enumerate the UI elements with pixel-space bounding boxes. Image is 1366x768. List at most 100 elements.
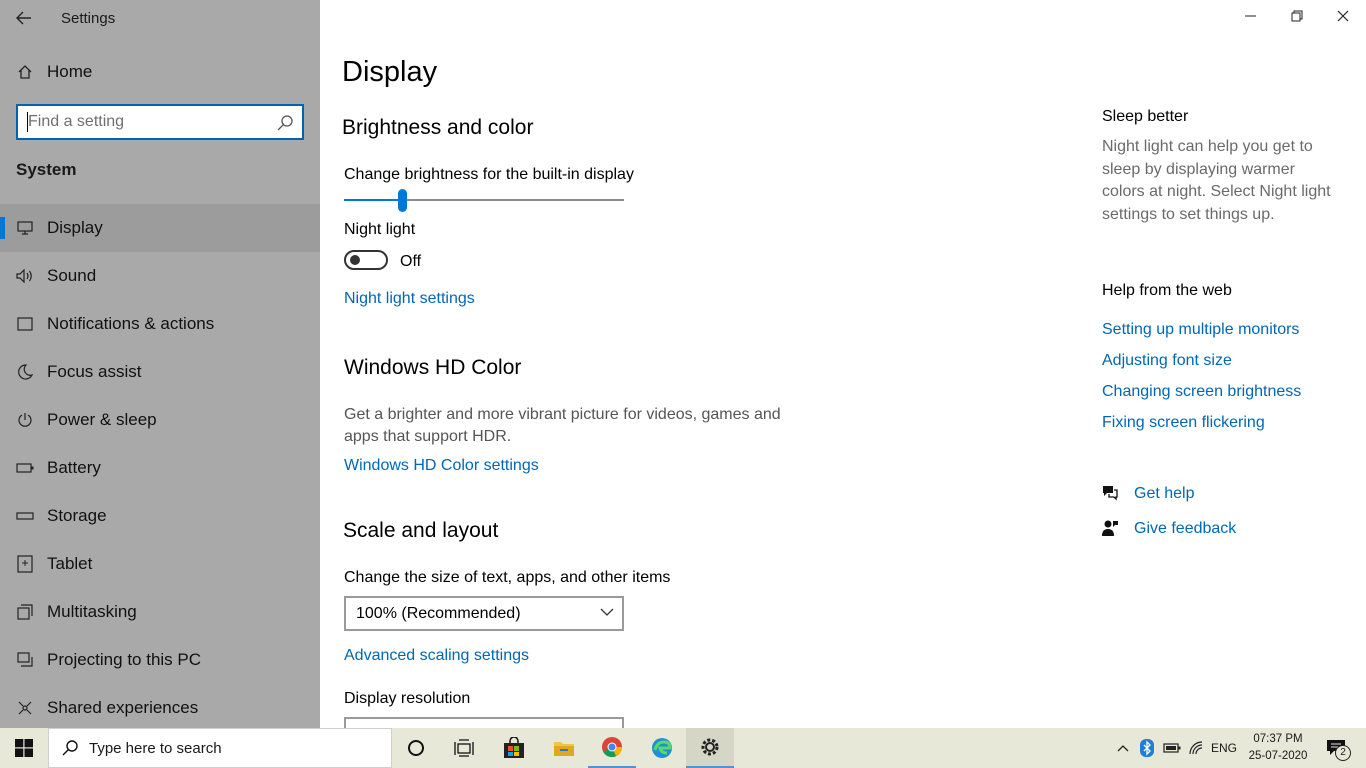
- taskbar-search-box[interactable]: Type here to search: [48, 728, 392, 768]
- night-light-toggle[interactable]: [344, 250, 388, 270]
- give-feedback-link[interactable]: Give feedback: [1134, 520, 1236, 538]
- projecting-icon: [16, 650, 34, 670]
- bluetooth-tray[interactable]: [1136, 728, 1158, 768]
- sidebar-item-display[interactable]: Display: [0, 204, 320, 252]
- network-tray[interactable]: [1186, 728, 1208, 768]
- help-link-font-size[interactable]: Adjusting font size: [1102, 352, 1232, 370]
- wifi-icon: [1189, 741, 1203, 755]
- sidebar-item-tablet[interactable]: Tablet: [0, 540, 320, 588]
- sidebar-item-projecting[interactable]: Projecting to this PC: [0, 636, 320, 684]
- help-from-web-title: Help from the web: [1102, 282, 1232, 299]
- notification-count-badge: 2: [1335, 745, 1351, 761]
- minimize-icon: [1245, 15, 1256, 17]
- home-icon: [16, 62, 34, 82]
- find-setting-search[interactable]: [16, 104, 304, 140]
- minimize-button[interactable]: [1228, 0, 1274, 32]
- notification-icon: [16, 314, 34, 334]
- task-view-button[interactable]: [440, 728, 488, 768]
- night-light-label: Night light: [344, 221, 416, 238]
- sidebar: Settings Home System Display Sound Notif…: [0, 0, 320, 728]
- help-link-screen-brightness[interactable]: Changing screen brightness: [1102, 383, 1301, 401]
- brightness-label: Change brightness for the built-in displ…: [344, 166, 634, 183]
- action-center-button[interactable]: 2: [1318, 728, 1354, 768]
- search-icon: [277, 115, 293, 131]
- start-button[interactable]: [0, 728, 48, 768]
- sidebar-item-label: Sound: [47, 266, 97, 285]
- search-icon: [62, 740, 78, 756]
- brightness-slider-thumb[interactable]: [398, 189, 408, 212]
- show-hidden-icons-button[interactable]: [1112, 728, 1134, 768]
- main-content: Display Brightness and color Change brig…: [320, 0, 1366, 728]
- sidebar-item-home[interactable]: Home: [0, 48, 320, 96]
- chevron-up-icon: [1117, 745, 1129, 752]
- sidebar-item-focus-assist[interactable]: Focus assist: [0, 348, 320, 396]
- app-title: Settings: [61, 10, 116, 27]
- hd-color-heading: Windows HD Color: [344, 356, 522, 379]
- monitor-icon: [16, 218, 34, 238]
- hd-color-description: Get a brighter and more vibrant picture …: [344, 406, 781, 445]
- sidebar-item-battery[interactable]: Battery: [0, 444, 320, 492]
- sidebar-item-label: Multitasking: [47, 602, 137, 621]
- sidebar-item-label: Storage: [47, 506, 107, 525]
- sidebar-item-label: Notifications & actions: [47, 314, 215, 333]
- moon-icon: [16, 362, 34, 382]
- taskbar-edge[interactable]: [638, 728, 686, 768]
- taskbar-settings[interactable]: [686, 728, 734, 768]
- cortana-button[interactable]: [392, 728, 440, 768]
- language-indicator[interactable]: ENG: [1210, 728, 1238, 768]
- display-resolution-label: Display resolution: [344, 690, 471, 707]
- battery-icon: [1163, 743, 1181, 753]
- chevron-down-icon: [600, 608, 614, 616]
- taskbar-file-explorer[interactable]: [540, 728, 588, 768]
- help-link-multiple-monitors[interactable]: Setting up multiple monitors: [1102, 321, 1299, 339]
- battery-tray[interactable]: [1160, 728, 1184, 768]
- storage-icon: [16, 506, 34, 526]
- restore-icon: [1291, 10, 1303, 22]
- resolution-dropdown[interactable]: [344, 717, 624, 728]
- tablet-icon: [16, 554, 34, 574]
- sidebar-item-multitasking[interactable]: Multitasking: [0, 588, 320, 636]
- sidebar-item-sound[interactable]: Sound: [0, 252, 320, 300]
- help-link-screen-flickering[interactable]: Fixing screen flickering: [1102, 414, 1265, 432]
- gear-icon: [701, 738, 719, 756]
- clock-date: 25-07-2020: [1248, 750, 1308, 762]
- night-light-settings-link[interactable]: Night light settings: [344, 290, 475, 308]
- folder-icon: [554, 742, 574, 756]
- store-bag-icon: [504, 737, 524, 758]
- taskbar-store-app[interactable]: [490, 728, 538, 768]
- scale-dropdown[interactable]: 100% (Recommended): [344, 596, 624, 631]
- taskbar-clock[interactable]: 07:37 PM 25-07-2020: [1242, 731, 1314, 765]
- sidebar-item-label: Focus assist: [47, 362, 142, 381]
- windows-logo-icon: [15, 739, 33, 757]
- brightness-heading: Brightness and color: [342, 116, 534, 139]
- hd-color-settings-link[interactable]: Windows HD Color settings: [344, 457, 539, 475]
- close-icon: [1337, 10, 1349, 22]
- brightness-slider-fill: [344, 199, 403, 201]
- text-caret: [27, 112, 28, 132]
- cortana-circle-icon: [408, 740, 424, 756]
- close-button[interactable]: [1320, 0, 1366, 32]
- taskbar-chrome[interactable]: [588, 728, 636, 768]
- page-title: Display: [342, 56, 438, 88]
- toggle-knob: [350, 255, 360, 265]
- sidebar-item-notifications[interactable]: Notifications & actions: [0, 300, 320, 348]
- find-setting-input[interactable]: [28, 112, 268, 132]
- sidebar-item-power-sleep[interactable]: Power & sleep: [0, 396, 320, 444]
- chrome-icon: [602, 737, 623, 758]
- sidebar-item-storage[interactable]: Storage: [0, 492, 320, 540]
- sidebar-item-label: Shared experiences: [47, 698, 199, 717]
- advanced-scaling-link[interactable]: Advanced scaling settings: [344, 647, 529, 665]
- back-button[interactable]: [8, 4, 40, 32]
- sleep-better-description: Night light can help you get to sleep by…: [1102, 138, 1331, 223]
- clock-time: 07:37 PM: [1253, 733, 1303, 745]
- multitasking-icon: [16, 602, 34, 622]
- taskbar: Type here to search ENG 07:37 PM 25-07-2…: [0, 728, 1366, 768]
- scale-layout-heading: Scale and layout: [343, 519, 499, 542]
- scale-dropdown-value: 100% (Recommended): [356, 605, 521, 622]
- sleep-better-title: Sleep better: [1102, 108, 1189, 125]
- restore-button[interactable]: [1274, 0, 1320, 32]
- sidebar-item-label: Tablet: [47, 554, 93, 573]
- sidebar-item-label: Projecting to this PC: [47, 650, 202, 669]
- sidebar-item-shared-experiences[interactable]: Shared experiences: [0, 684, 320, 732]
- get-help-link[interactable]: Get help: [1134, 485, 1194, 503]
